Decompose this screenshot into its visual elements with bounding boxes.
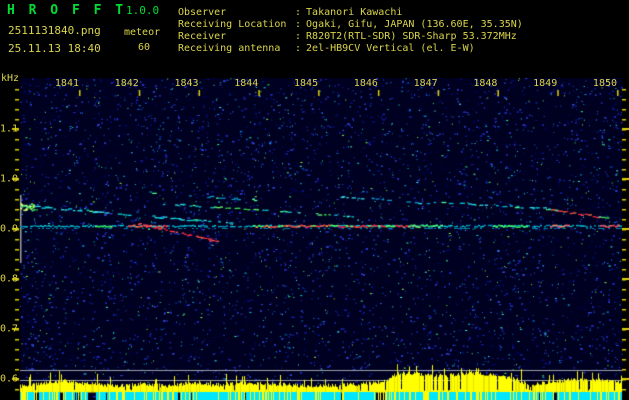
time-axis-label: 1843: [174, 78, 199, 89]
hrofft-window: H R O F F T 1.0.0 2511131840.png meteor …: [0, 0, 629, 400]
info-label: Receiver: [178, 31, 227, 42]
freq-axis-label: 0.7: [0, 323, 19, 335]
info-label: Receiving Location: [178, 19, 287, 30]
info-separator: :: [295, 43, 302, 54]
duration-label: 60: [138, 42, 151, 53]
output-filename: 2511131840.png: [8, 24, 101, 37]
time-axis-label: 1847: [413, 78, 438, 89]
time-axis-label: 1849: [533, 78, 558, 89]
mode-label: meteor: [124, 27, 161, 38]
info-separator: :: [295, 31, 302, 42]
freq-axis-label: 1.1: [0, 123, 19, 135]
info-label: Receiving antenna: [178, 43, 281, 54]
freq-axis-label: 1.0: [0, 173, 19, 185]
freq-axis-label: 0.9: [0, 223, 19, 235]
info-value: Takanori Kawachi: [306, 7, 403, 18]
info-value: 2el-HB9CV Vertical (el. E-W): [306, 43, 475, 54]
info-value: R820T2(RTL-SDR) SDR-Sharp 53.372MHz: [306, 31, 517, 42]
info-separator: :: [295, 19, 302, 30]
time-axis-label: 1841: [54, 78, 79, 89]
freq-axis-unit: kHz: [1, 73, 20, 84]
info-row-antenna: Receiving antenna:2el-HB9CV Vertical (el…: [178, 43, 475, 54]
info-value: Ogaki, Gifu, JAPAN (136.60E, 35.35N): [306, 19, 523, 30]
time-axis-label: 1845: [294, 78, 319, 89]
info-row-receiver: Receiver: R820T2(RTL-SDR) SDR-Sharp 53.37…: [178, 31, 517, 42]
info-row-location: Receiving Location: Ogaki, Gifu, JAPAN (1…: [178, 19, 523, 30]
freq-axis-label: 0.8: [0, 273, 19, 285]
time-axis-label: 1844: [234, 78, 259, 89]
info-row-observer: Observer: Takanori Kawachi: [178, 7, 402, 18]
time-axis-label: 1850: [592, 78, 618, 89]
freq-axis-label: 0.6: [0, 373, 19, 385]
spectrogram-canvas: [0, 0, 629, 400]
time-axis-label: 1848: [473, 78, 498, 89]
datetime-label: 25.11.13 18:40: [8, 42, 101, 55]
app-version: 1.0.0: [126, 4, 160, 17]
info-label: Observer: [178, 7, 227, 18]
time-axis-label: 1842: [114, 78, 139, 89]
time-axis-label: 1846: [353, 78, 378, 89]
info-separator: :: [295, 7, 302, 18]
app-title: H R O F F T: [7, 3, 127, 18]
